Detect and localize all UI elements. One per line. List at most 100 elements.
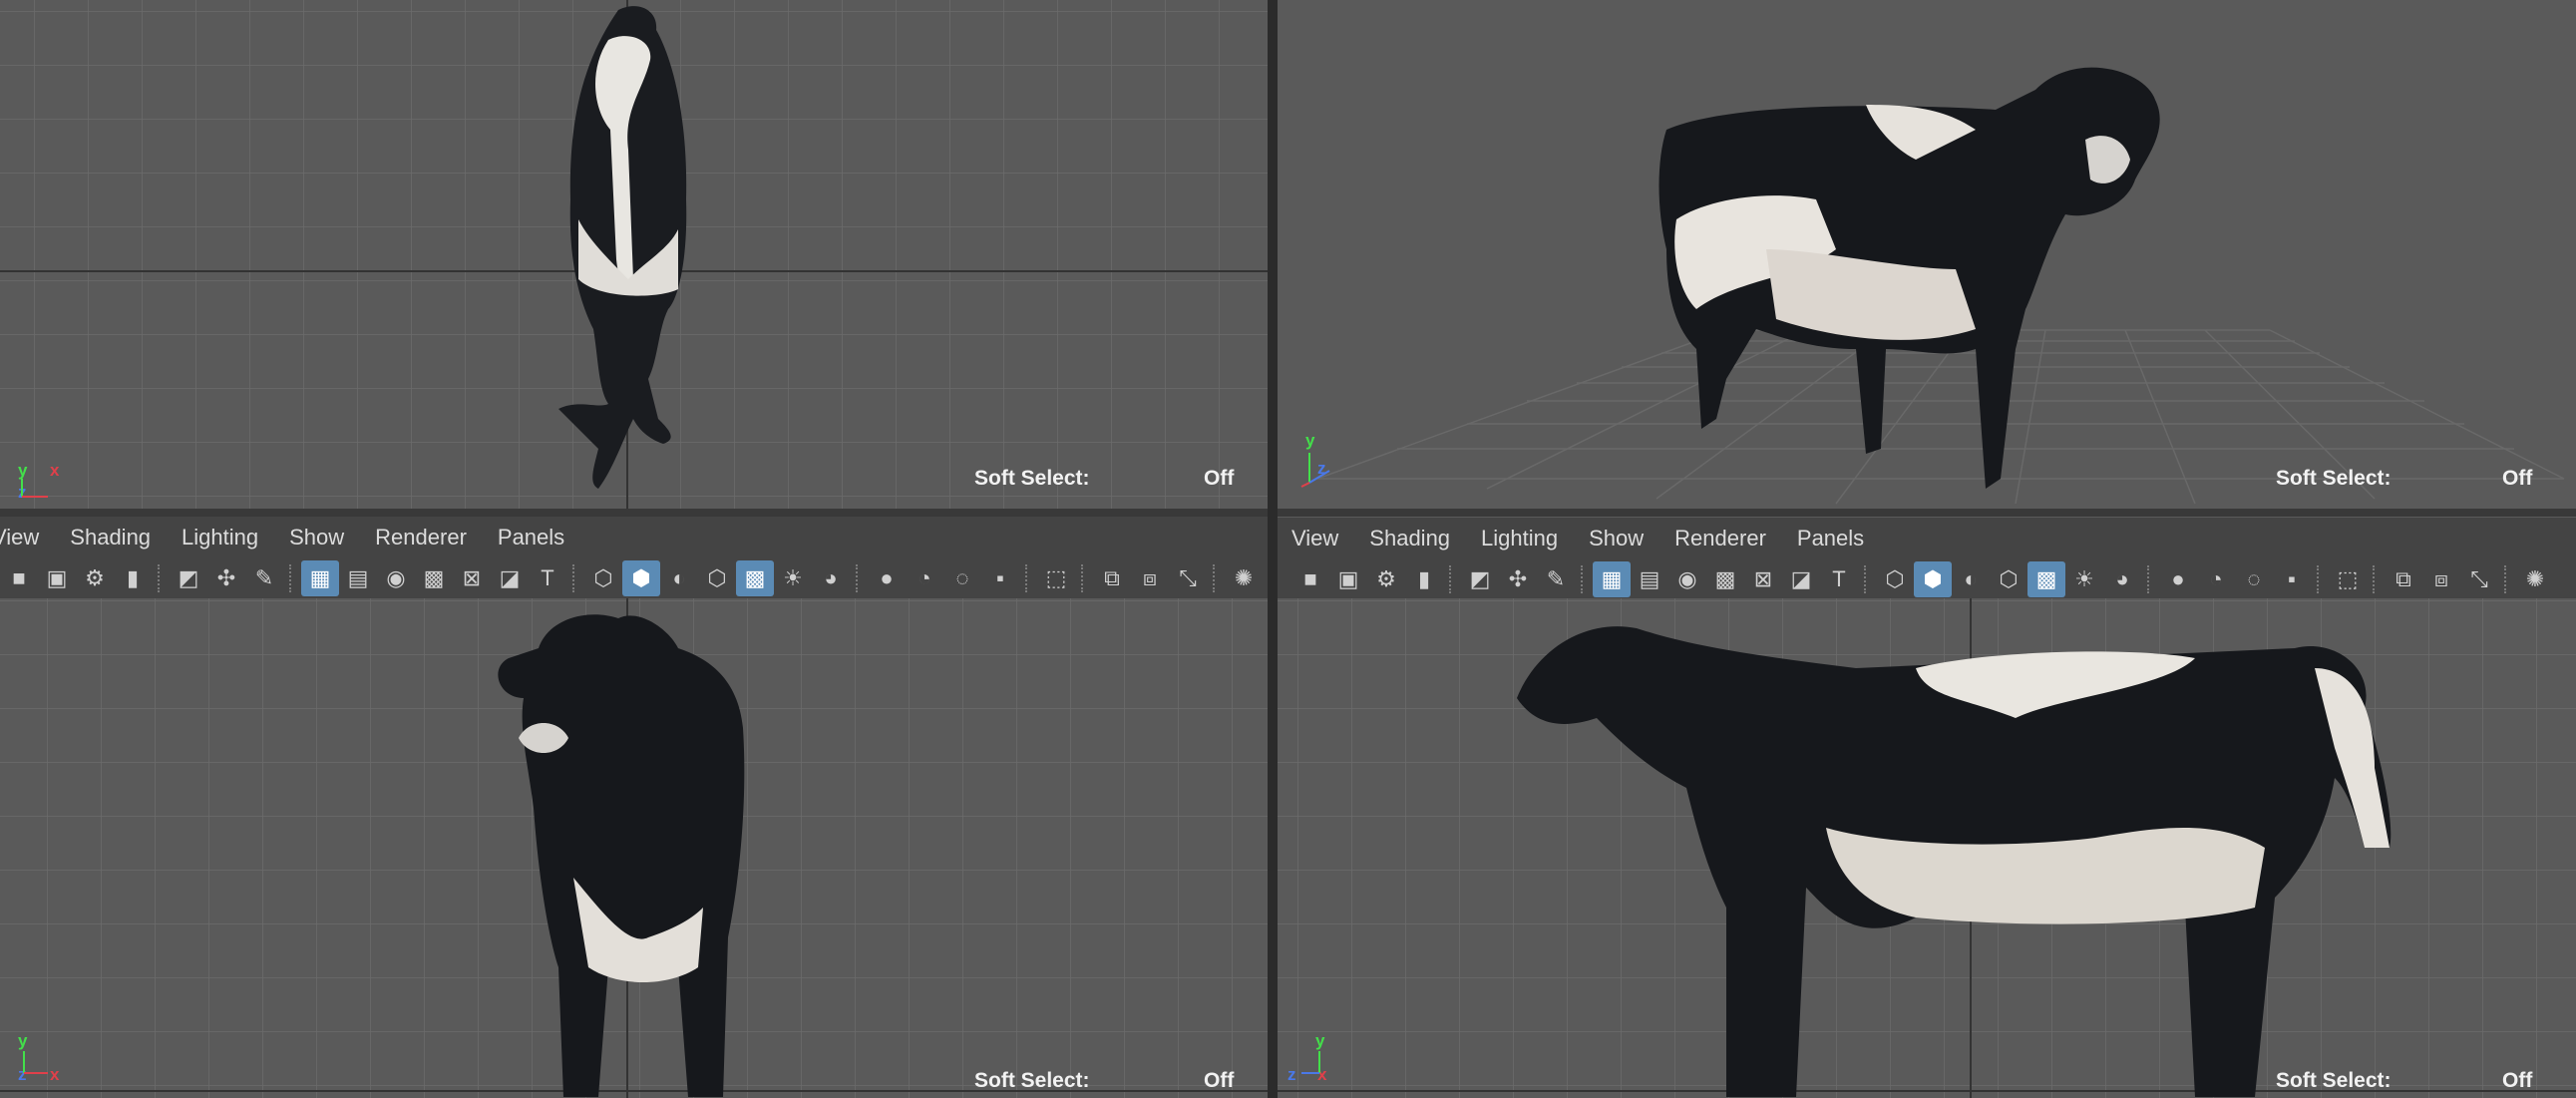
grid-icon[interactable]: ▦ (1593, 561, 1631, 597)
menu-view[interactable]: View (0, 525, 39, 550)
lights-icon[interactable]: ☀ (774, 560, 812, 596)
motion-blur-icon[interactable]: ◔ (906, 560, 943, 596)
soft-select-status: Soft Select: Off (0, 0, 1268, 509)
xray-joints-icon[interactable]: ⧈ (2422, 561, 2460, 597)
camera-lock-icon[interactable]: ▣ (1329, 561, 1367, 597)
soft-select-status: Soft Select: Off (1278, 598, 2576, 1098)
exposure-icon[interactable]: ✺ (1225, 560, 1263, 596)
grease-pencil-icon[interactable]: ✎ (245, 560, 283, 596)
isolate-select-icon[interactable]: ⬚ (2329, 561, 2367, 597)
camera-attributes-icon[interactable]: ⚙ (1367, 561, 1405, 597)
bookmark-icon[interactable]: ▮ (1405, 561, 1443, 597)
menu-renderer[interactable]: Renderer (375, 525, 467, 550)
textured-icon[interactable]: ▩ (736, 560, 774, 596)
xray-joints-icon[interactable]: ⧈ (1131, 560, 1169, 596)
toolbar-separator (1025, 564, 1031, 592)
viewport-top[interactable]: y x z Soft Select: Off (0, 0, 1268, 509)
viewport-side[interactable]: y z x Soft Select: Off (1278, 598, 2576, 1098)
horizontal-divider[interactable] (0, 509, 2576, 517)
screen-space-ao-icon[interactable]: ● (2159, 561, 2197, 597)
camera-icon[interactable]: ■ (1291, 561, 1329, 597)
xray-icon[interactable]: ⧉ (2385, 561, 2422, 597)
menu-view[interactable]: View (1291, 526, 1338, 551)
2d-pan-zoom-icon[interactable]: ✣ (207, 560, 245, 596)
film-gate-icon[interactable]: ▤ (1631, 561, 1668, 597)
wireframe-on-shaded-icon[interactable]: ⬡ (698, 560, 736, 596)
soft-select-value: Off (1204, 467, 1235, 490)
soft-select-value: Off (2502, 467, 2533, 490)
soft-select-value: Off (1204, 1069, 1235, 1092)
grid-icon[interactable]: ▦ (301, 560, 339, 596)
gate-mask-icon[interactable]: ▩ (415, 560, 453, 596)
toolbar-separator (1213, 564, 1219, 592)
toolbar-separator (2504, 565, 2510, 593)
resolution-gate-icon[interactable]: ◉ (377, 560, 415, 596)
xray-components-icon[interactable]: ⤡ (1169, 560, 1207, 596)
vertical-divider[interactable] (1268, 0, 1278, 1098)
shadows-icon[interactable]: ◕ (2103, 561, 2141, 597)
panel-menu: View Shading Lighting Show Renderer Pane… (1291, 518, 1895, 559)
smooth-shade-icon[interactable]: ⬢ (1914, 561, 1952, 597)
depth-of-field-icon[interactable]: ▪ (2273, 561, 2311, 597)
viewport-front[interactable]: y z x Soft Select: Off (0, 598, 1268, 1098)
bookmark-icon[interactable]: ▮ (114, 560, 152, 596)
xray-icon[interactable]: ⧉ (1093, 560, 1131, 596)
wireframe-icon[interactable]: ⬡ (584, 560, 622, 596)
anti-alias-icon[interactable]: ◌ (943, 560, 981, 596)
safe-title-icon[interactable]: T (1820, 561, 1858, 597)
menu-lighting[interactable]: Lighting (1481, 526, 1558, 551)
default-material-icon[interactable]: ◐ (660, 560, 698, 596)
camera-icon[interactable]: ■ (0, 560, 38, 596)
wireframe-icon[interactable]: ⬡ (1876, 561, 1914, 597)
2d-pan-zoom-icon[interactable]: ✣ (1499, 561, 1537, 597)
soft-select-label: Soft Select: (974, 467, 1090, 490)
depth-of-field-icon[interactable]: ▪ (981, 560, 1019, 596)
field-chart-icon[interactable]: ⊠ (453, 560, 491, 596)
isolate-select-icon[interactable]: ⬚ (1037, 560, 1075, 596)
textured-icon[interactable]: ▩ (2027, 561, 2065, 597)
menu-show[interactable]: Show (1589, 526, 1644, 551)
smooth-shade-icon[interactable]: ⬢ (622, 560, 660, 596)
menu-panels[interactable]: Panels (498, 525, 564, 550)
safe-action-icon[interactable]: ◪ (1782, 561, 1820, 597)
panel-toolbar: ■ ▣ ⚙ ▮ ◩ ✣ ✎ ▦ ▤ ◉ ▩ ⊠ ◪ T ⬡ ⬢ ◐ ⬡ ▩ ☀ … (0, 558, 1263, 598)
toolbar-separator (289, 564, 295, 592)
soft-select-label: Soft Select: (2276, 467, 2392, 490)
camera-attributes-icon[interactable]: ⚙ (76, 560, 114, 596)
toolbar-separator (158, 564, 164, 592)
menu-renderer[interactable]: Renderer (1674, 526, 1766, 551)
grease-pencil-icon[interactable]: ✎ (1537, 561, 1575, 597)
lights-icon[interactable]: ☀ (2065, 561, 2103, 597)
anti-alias-icon[interactable]: ◌ (2235, 561, 2273, 597)
toolbar-separator (2317, 565, 2323, 593)
menu-lighting[interactable]: Lighting (182, 525, 258, 550)
safe-title-icon[interactable]: T (529, 560, 566, 596)
panel-menu-bar-side: View Shading Lighting Show Renderer Pane… (1278, 517, 2576, 599)
resolution-gate-icon[interactable]: ◉ (1668, 561, 1706, 597)
toolbar-separator (1449, 565, 1455, 593)
viewport-perspective[interactable]: y z Soft Select: Off (1278, 0, 2576, 509)
image-plane-icon[interactable]: ◩ (170, 560, 207, 596)
film-gate-icon[interactable]: ▤ (339, 560, 377, 596)
wireframe-on-shaded-icon[interactable]: ⬡ (1990, 561, 2027, 597)
field-chart-icon[interactable]: ⊠ (1744, 561, 1782, 597)
menu-shading[interactable]: Shading (70, 525, 151, 550)
motion-blur-icon[interactable]: ◔ (2197, 561, 2235, 597)
toolbar-separator (2373, 565, 2379, 593)
image-plane-icon[interactable]: ◩ (1461, 561, 1499, 597)
soft-select-value: Off (2502, 1069, 2533, 1092)
default-material-icon[interactable]: ◐ (1952, 561, 1990, 597)
xray-components-icon[interactable]: ⤡ (2460, 561, 2498, 597)
toolbar-separator (856, 564, 862, 592)
gate-mask-icon[interactable]: ▩ (1706, 561, 1744, 597)
menu-shading[interactable]: Shading (1369, 526, 1450, 551)
screen-space-ao-icon[interactable]: ● (868, 560, 906, 596)
exposure-icon[interactable]: ✺ (2516, 561, 2554, 597)
shadows-icon[interactable]: ◕ (812, 560, 850, 596)
toolbar-separator (572, 564, 578, 592)
maya-four-view-layout: y x z Soft Select: Off (0, 0, 2576, 1098)
camera-lock-icon[interactable]: ▣ (38, 560, 76, 596)
menu-show[interactable]: Show (289, 525, 344, 550)
safe-action-icon[interactable]: ◪ (491, 560, 529, 596)
menu-panels[interactable]: Panels (1797, 526, 1864, 551)
